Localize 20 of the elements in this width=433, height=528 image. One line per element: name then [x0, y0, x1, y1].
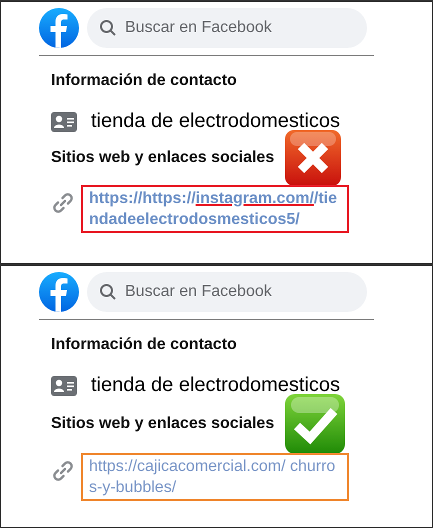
website-link[interactable]: https://cajicacomercial.com/ churros-y-bubbles/ [89, 456, 343, 498]
link-icon [51, 191, 75, 215]
id-card-icon [51, 376, 77, 396]
search-field[interactable]: Buscar en Facebook [125, 19, 345, 37]
search-icon [99, 19, 117, 37]
section-heading: Sitios web y enlaces sociales [51, 149, 274, 167]
search-field[interactable]: Buscar en Facebook [125, 283, 345, 301]
logo-icon[interactable] [39, 272, 79, 312]
search-bar[interactable]: Buscar en Facebook [87, 272, 367, 312]
section-heading: Sitios web y enlaces sociales [51, 415, 274, 433]
section-heading: Información de contacto [51, 336, 238, 354]
page-category: tienda de electrodomesticos [91, 374, 340, 397]
website-link[interactable]: https://https://instagram.com//tiendadeelectrodosmesticos5/ [89, 188, 343, 230]
page-category: tienda de electrodomesticos [91, 110, 340, 133]
search-bar[interactable]: Buscar en Facebook [87, 8, 367, 48]
logo-icon[interactable] [39, 8, 79, 48]
section-heading: Información de contacto [51, 72, 238, 90]
id-card-icon [51, 112, 77, 132]
link-icon [51, 459, 75, 483]
search-icon [99, 283, 117, 301]
